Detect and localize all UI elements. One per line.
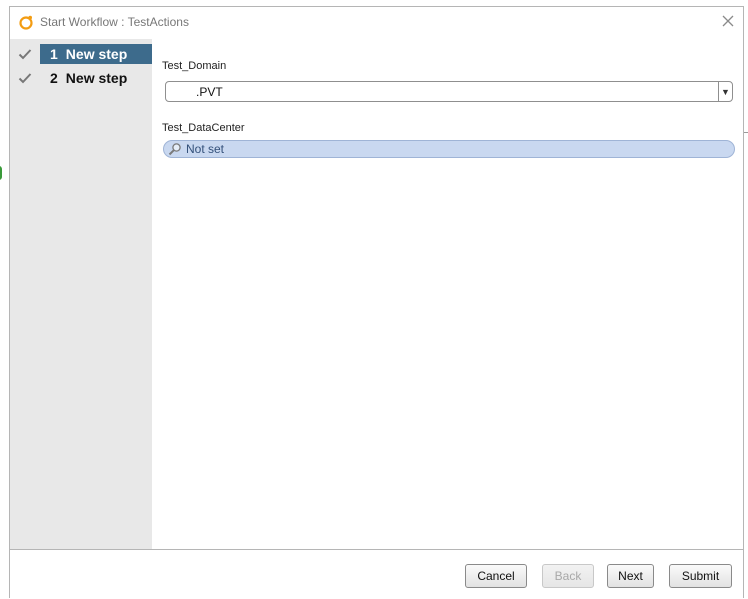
step-label: 1 New step: [40, 44, 152, 64]
close-icon[interactable]: [721, 14, 735, 28]
cancel-button[interactable]: Cancel: [465, 564, 527, 588]
domain-selected-value: .PVT: [196, 84, 223, 99]
datacenter-label: Test_DataCenter: [162, 122, 245, 134]
search-icon: [164, 142, 186, 156]
orchestrator-ring-icon: [18, 14, 34, 30]
dialog-footer: Cancel Back Next Submit: [10, 549, 743, 598]
background-divider: [744, 132, 748, 133]
domain-select[interactable]: .PVT ▼: [165, 81, 733, 102]
domain-label: Test_Domain: [162, 60, 227, 72]
dialog-titlebar: Start Workflow : TestActions: [10, 7, 743, 37]
next-button[interactable]: Next: [607, 564, 654, 588]
sidebar-step-1[interactable]: 1 New step: [10, 44, 152, 64]
wizard-step-sidebar: 1 New step 2 New step: [10, 39, 152, 549]
background-strip: [0, 0, 9, 599]
dialog-title: Start Workflow : TestActions: [40, 15, 189, 29]
datacenter-lookup-field[interactable]: Not set: [163, 140, 735, 158]
datacenter-value: Not set: [186, 142, 225, 156]
step-form: Test_Domain .PVT ▼ Test_DataCenter Not s…: [162, 39, 742, 549]
checkmark-icon: [10, 72, 40, 84]
step-label: 2 New step: [50, 70, 128, 86]
sidebar-step-2[interactable]: 2 New step: [10, 68, 152, 88]
start-workflow-dialog: Start Workflow : TestActions 1 New step 2…: [9, 6, 744, 598]
background-status-indicator: [0, 166, 2, 180]
submit-button[interactable]: Submit: [669, 564, 732, 588]
dropdown-arrow-icon[interactable]: ▼: [718, 82, 732, 101]
back-button[interactable]: Back: [542, 564, 594, 588]
checkmark-icon: [10, 48, 40, 60]
